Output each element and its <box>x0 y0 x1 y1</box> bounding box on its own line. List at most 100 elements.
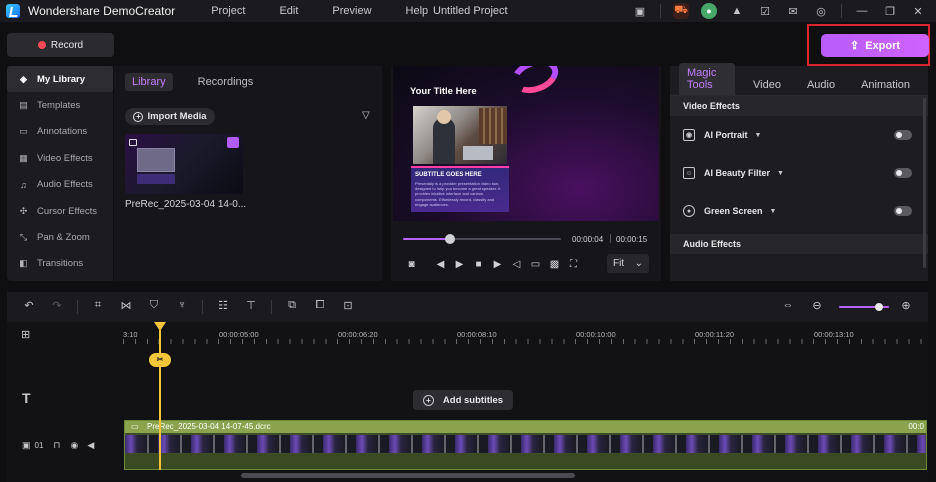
panel-scrollbar[interactable] <box>923 98 926 268</box>
mark-icon[interactable]: ⛉ <box>146 299 162 315</box>
timeline: ⊞ 3:10 00:00:05:00 00:00:06:20 00:00:08:… <box>7 322 928 482</box>
close-icon[interactable]: ✕ <box>910 3 926 19</box>
app-name: Wondershare DemoCreator <box>28 4 176 18</box>
caret-down-icon[interactable]: ▼ <box>755 132 762 139</box>
sidebar-item-audio-effects[interactable]: ♫ Audio Effects <box>7 172 113 198</box>
preview-canvas[interactable]: Your Title Here SUBTITLE GOES HERE Prese… <box>393 66 659 221</box>
clip-name: PreRec_2025-03-04 14-07-45.dcrc <box>147 422 271 431</box>
undo-icon[interactable]: ↶ <box>21 299 37 315</box>
film-icon: ▣ <box>22 440 31 450</box>
video-effects-icon: ▦ <box>19 152 28 163</box>
export-button[interactable]: ⇪ Export <box>821 34 929 57</box>
green-screen-icon: ● <box>683 205 695 217</box>
timeline-scrollbar[interactable] <box>241 473 575 478</box>
add-track-icon[interactable]: ⊞ <box>21 328 137 341</box>
menu-bar: Project Edit Preview Help <box>211 5 462 17</box>
lock-icon[interactable]: ⊓ <box>53 440 60 451</box>
sidebar-item-cursor-effects[interactable]: ✣ Cursor Effects <box>7 198 113 224</box>
ruler-label: 00:00:13:10 <box>814 330 854 339</box>
restore-icon[interactable]: ❐ <box>882 3 898 19</box>
menu-help[interactable]: Help <box>406 5 429 17</box>
next-frame-icon[interactable]: ▶ <box>488 259 507 270</box>
graduation-cap-icon[interactable]: ▲ <box>729 3 745 19</box>
add-subtitles-button[interactable]: + Add subtitles <box>413 390 513 410</box>
progress-handle[interactable] <box>445 234 456 244</box>
text-box-icon[interactable]: ⊤ <box>243 299 259 315</box>
chevron-down-icon: ⌄ <box>634 258 643 269</box>
split-at-playhead-icon[interactable]: ✂ <box>149 353 171 367</box>
sidebar-item-transitions[interactable]: ◧ Transitions <box>7 251 113 277</box>
volume-icon[interactable]: ◁ <box>507 259 526 270</box>
ai-beauty-filter-toggle[interactable] <box>894 168 912 178</box>
record-button[interactable]: Record <box>7 33 114 57</box>
caret-down-icon[interactable]: ▼ <box>770 208 777 215</box>
resolution-icon[interactable]: ▭ <box>526 259 545 270</box>
ai-portrait-label: AI Portrait <box>704 130 748 140</box>
speaker-icon[interactable]: ◀ <box>87 440 94 451</box>
green-screen-toggle[interactable] <box>894 206 912 216</box>
tab-audio[interactable]: Audio <box>799 75 843 95</box>
tab-library[interactable]: Library <box>125 73 173 91</box>
clip-type-icon: ▭ <box>131 422 139 431</box>
time-ruler[interactable]: 3:10 00:00:05:00 00:00:06:20 00:00:08:10… <box>123 322 928 344</box>
title-bar: Wondershare DemoCreator Project Edit Pre… <box>0 0 936 22</box>
sidebar-item-annotations[interactable]: ▭ Annotations <box>7 119 113 145</box>
minimize-icon[interactable]: — <box>854 3 870 19</box>
pan-zoom-icon: ⤡ <box>19 232 28 243</box>
redo-icon[interactable]: ↷ <box>49 299 65 315</box>
grid-icon[interactable]: ▩ <box>545 259 564 270</box>
eye-icon[interactable]: ◉ <box>70 440 78 451</box>
progress-track[interactable] <box>403 234 561 244</box>
ungroup-icon[interactable]: ⧠ <box>312 299 328 315</box>
tab-magic-tools[interactable]: Magic Tools <box>679 63 735 95</box>
zoom-handle[interactable] <box>875 303 883 311</box>
sidebar-item-pan-zoom[interactable]: ⤡ Pan & Zoom <box>7 224 113 250</box>
group-icon[interactable]: ⧉ <box>284 299 300 315</box>
avatar-icon[interactable]: ⊡ <box>340 299 356 315</box>
support-icon[interactable]: ◎ <box>813 3 829 19</box>
preview-title-text: Your Title Here <box>410 86 477 97</box>
cart-icon[interactable]: ⛟ <box>673 3 689 19</box>
sidebar-item-label: Annotations <box>37 126 88 138</box>
sidebar-item-templates[interactable]: ▤ Templates <box>7 92 113 118</box>
tab-animation[interactable]: Animation <box>853 75 918 95</box>
play-icon[interactable]: ▶ <box>450 259 469 270</box>
menu-preview[interactable]: Preview <box>332 5 371 17</box>
feedback-icon[interactable]: ☑ <box>757 3 773 19</box>
ai-portrait-toggle[interactable] <box>894 130 912 140</box>
caret-down-icon[interactable]: ▼ <box>777 170 784 177</box>
fullscreen-icon[interactable]: ⛶ <box>564 259 583 270</box>
filter-icon[interactable]: ▽ <box>362 110 370 121</box>
stop-icon[interactable]: ■ <box>469 259 488 270</box>
prev-frame-icon[interactable]: ◀ <box>431 259 450 270</box>
video-clip[interactable]: ▭ PreRec_2025-03-04 14-07-45.dcrc 00:0 <box>124 420 927 470</box>
split-icon[interactable]: ⋈ <box>118 299 134 315</box>
library-icon: ◈ <box>20 73 27 84</box>
snapshot-icon[interactable]: ◙ <box>402 259 421 270</box>
fit-timeline-icon[interactable]: ⇔ <box>780 299 796 315</box>
import-media-button[interactable]: + Import Media <box>125 108 215 125</box>
caption-icon[interactable]: ☷ <box>215 299 231 315</box>
add-subtitles-label: Add subtitles <box>442 394 504 406</box>
screenshot-icon[interactable]: ▣ <box>632 3 648 19</box>
crop-icon[interactable]: ⌗ <box>90 299 106 315</box>
zoom-out-icon[interactable]: ⊖ <box>809 299 825 315</box>
menu-project[interactable]: Project <box>211 5 245 17</box>
microphone-icon[interactable]: ♆ <box>174 299 190 315</box>
menu-edit[interactable]: Edit <box>279 5 298 17</box>
media-thumbnail[interactable] <box>125 134 243 194</box>
sidebar-item-video-effects[interactable]: ▦ Video Effects <box>7 145 113 171</box>
fit-dropdown[interactable]: Fit ⌄ <box>607 254 649 273</box>
tab-recordings[interactable]: Recordings <box>191 73 261 91</box>
ruler-label: 00:00:11:20 <box>695 330 735 339</box>
clip-audio <box>125 454 926 469</box>
zoom-in-icon[interactable]: ⊕ <box>898 299 914 315</box>
mail-icon[interactable]: ✉ <box>785 3 801 19</box>
current-time: 00:00:04 <box>572 235 604 244</box>
sidebar-item-my-library[interactable]: ◈ My Library <box>7 66 113 93</box>
tab-video[interactable]: Video <box>745 75 789 95</box>
avatar[interactable]: ● <box>701 3 717 19</box>
project-title: Untitled Project <box>433 5 508 17</box>
playhead[interactable] <box>159 322 161 470</box>
zoom-slider[interactable] <box>839 303 889 311</box>
